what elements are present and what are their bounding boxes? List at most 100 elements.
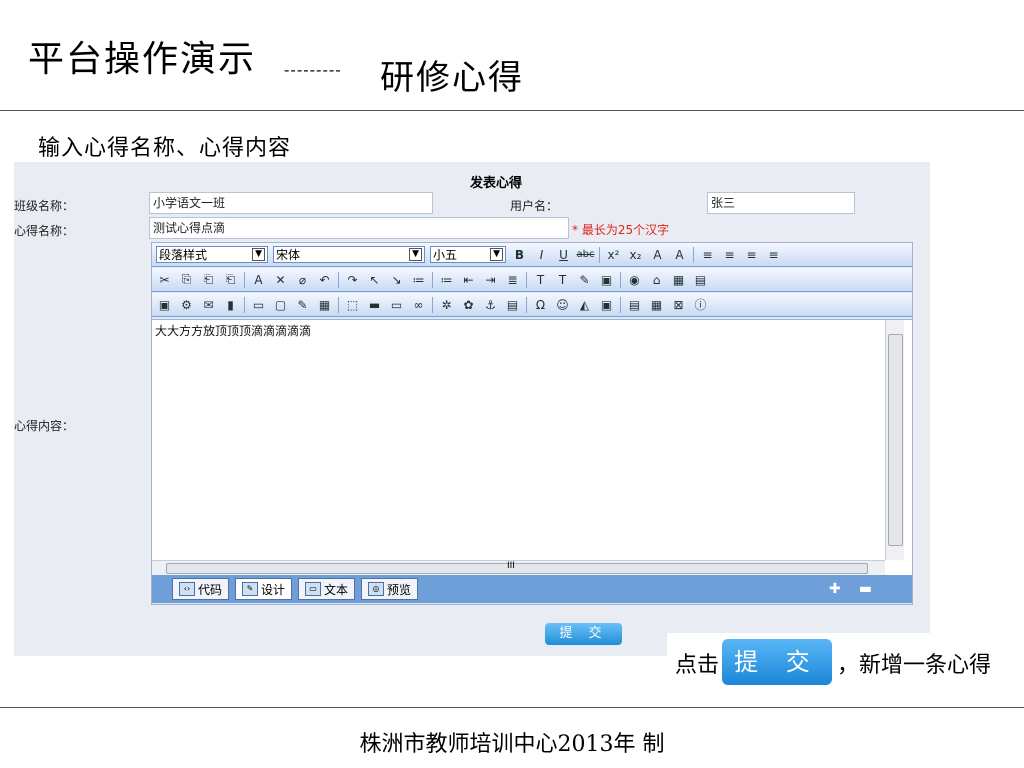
template-icon[interactable]: ▤ (504, 296, 521, 313)
mode-tab-preview[interactable]: ◎ 预览 (361, 578, 419, 600)
info-icon[interactable]: ⓘ (692, 296, 709, 313)
mode-tab-text[interactable]: ▭ 文本 (298, 578, 356, 600)
clear-icon[interactable]: ⌀ (294, 271, 311, 288)
strikethrough-button[interactable]: abc (577, 246, 595, 263)
symbol-icon[interactable]: ✲ (438, 296, 455, 313)
callout-submit-button: 提 交 (722, 639, 832, 685)
align-center-button[interactable]: ≡ (721, 246, 738, 263)
form-screenshot: 发表心得 班级名称： 小学语文一班 用户名： 张三 心得名称： 测试心得点滴 *… (14, 162, 930, 656)
vertical-scroll-thumb[interactable] (888, 334, 903, 546)
find-icon[interactable]: A (250, 271, 267, 288)
settings-icon[interactable]: ⚙ (178, 296, 195, 313)
table-icon[interactable]: ▦ (670, 271, 687, 288)
highlight-icon[interactable]: T (554, 271, 571, 288)
editor-content-area[interactable]: 大大方方放顶顶顶滴滴滴滴滴 III (152, 319, 912, 575)
edit-icon[interactable]: ✎ (294, 296, 311, 313)
hr-icon[interactable]: ▬ (366, 296, 383, 313)
subscript-button[interactable]: x₂ (627, 246, 644, 263)
title-separator: --------- (284, 60, 342, 79)
globe-icon[interactable]: ◉ (626, 271, 643, 288)
title-label: 心得名称： (14, 224, 75, 238)
italic-button[interactable]: I (533, 246, 550, 263)
paste-icon[interactable]: ⎗ (200, 271, 217, 288)
rich-text-editor: 段落样式 ▼ 宋体 ▼ 小五 ▼ B I U abc x² x₂ A A ≡ ≡… (151, 242, 913, 605)
bookmark-icon[interactable]: ▮ (222, 296, 239, 313)
toolbar-separator (244, 296, 245, 313)
font-select[interactable]: 宋体 ▼ (273, 246, 425, 263)
class-name-field[interactable]: 小学语文一班 (149, 192, 433, 214)
media-icon[interactable]: ▦ (316, 296, 333, 313)
unordered-list-icon[interactable]: ≔ (438, 271, 455, 288)
chevron-down-icon: ▼ (252, 248, 265, 261)
input-icon[interactable]: ▭ (388, 296, 405, 313)
title-length-hint: * 最长为25个汉字 (572, 223, 670, 237)
indent-icon[interactable]: ⇥ (482, 271, 499, 288)
toolbar-separator (599, 246, 600, 263)
username-field[interactable]: 张三 (707, 192, 855, 214)
fullscreen-icon[interactable]: ⊠ (670, 296, 687, 313)
paste-text-icon[interactable]: ⎗ (222, 271, 239, 288)
link-icon[interactable]: ∞ (410, 296, 427, 313)
scroll-grip: III (507, 561, 515, 571)
horizontal-scroll-thumb[interactable]: III (166, 561, 868, 574)
unlink-icon[interactable]: ▣ (598, 271, 615, 288)
deselect-icon[interactable]: ↘ (388, 271, 405, 288)
cut-icon[interactable]: ✂ (156, 271, 173, 288)
bold-button[interactable]: B (511, 246, 528, 263)
font-shrink-button[interactable]: A (671, 246, 688, 263)
toolbar-separator (620, 296, 621, 313)
box-icon[interactable]: ▢ (272, 296, 289, 313)
chevron-down-icon: ▼ (409, 248, 422, 261)
select-icon[interactable]: ↖ (366, 271, 383, 288)
align-right-button[interactable]: ≡ (743, 246, 760, 263)
toolbar-separator (526, 271, 527, 288)
toolbar-separator (526, 296, 527, 313)
submit-button[interactable]: 提 交 (545, 623, 622, 645)
flower-icon[interactable]: ✿ (460, 296, 477, 313)
paragraph-icon[interactable]: ≣ (504, 271, 521, 288)
layer-icon[interactable]: ⬚ (344, 296, 361, 313)
flash-icon[interactable]: ◭ (576, 296, 593, 313)
font-value: 宋体 (276, 248, 301, 262)
superscript-button[interactable]: x² (605, 246, 622, 263)
mode-tab-code[interactable]: ‹› 代码 (172, 578, 230, 600)
vertical-scrollbar[interactable] (885, 320, 904, 560)
mode-tab-label: 预览 (387, 582, 412, 597)
editor-toolbar-insert: ▣ ⚙ ✉ ▮ ▭ ▢ ✎ ▦ ⬚ ▬ ▭ ∞ ✲ ✿ ⚓ ▤ Ω ☺ ◭ ▣ ▤ ▦ ⊠ ⓘ (152, 293, 912, 317)
underline-button[interactable]: U (555, 246, 572, 263)
home-icon[interactable]: ⌂ (648, 271, 665, 288)
paragraph-style-select[interactable]: 段落样式 ▼ (156, 246, 268, 263)
link-icon[interactable]: ✎ (576, 271, 593, 288)
toolbar-separator (432, 296, 433, 313)
globe-icon: ◎ (368, 582, 385, 596)
frame-icon[interactable]: ▭ (250, 296, 267, 313)
collapse-icon[interactable]: ▬ (859, 581, 872, 597)
code-icon: ‹› (179, 582, 195, 596)
font-grow-button[interactable]: A (649, 246, 666, 263)
submit-callout: 点击 提 交 ，新增一条心得 (667, 633, 1007, 691)
delete-icon[interactable]: ✕ (272, 271, 289, 288)
expand-icon[interactable]: ✚ (829, 581, 841, 597)
grid-icon[interactable]: ▤ (692, 271, 709, 288)
ordered-list-icon[interactable]: ≔ (410, 271, 427, 288)
grid-icon[interactable]: ▦ (648, 296, 665, 313)
mode-tab-design[interactable]: ✎ 设计 (235, 578, 293, 600)
copy-icon[interactable]: ⎘ (178, 271, 195, 288)
omega-icon[interactable]: Ω (532, 296, 549, 313)
outdent-icon[interactable]: ⇤ (460, 271, 477, 288)
email-icon[interactable]: ✉ (200, 296, 217, 313)
undo-icon[interactable]: ↶ (316, 271, 333, 288)
form-icon[interactable]: ▣ (598, 296, 615, 313)
list-icon[interactable]: ▤ (626, 296, 643, 313)
text-color-icon[interactable]: T (532, 271, 549, 288)
text-icon: ▭ (305, 582, 322, 596)
title-input[interactable]: 测试心得点滴 (149, 217, 569, 239)
align-justify-button[interactable]: ≡ (765, 246, 782, 263)
align-left-button[interactable]: ≡ (699, 246, 716, 263)
horizontal-scrollbar[interactable]: III (152, 560, 885, 575)
image-icon[interactable]: ▣ (156, 296, 173, 313)
anchor-icon[interactable]: ⚓ (482, 296, 499, 313)
smiley-icon[interactable]: ☺ (554, 296, 571, 313)
font-size-select[interactable]: 小五 ▼ (430, 246, 506, 263)
redo-icon[interactable]: ↷ (344, 271, 361, 288)
